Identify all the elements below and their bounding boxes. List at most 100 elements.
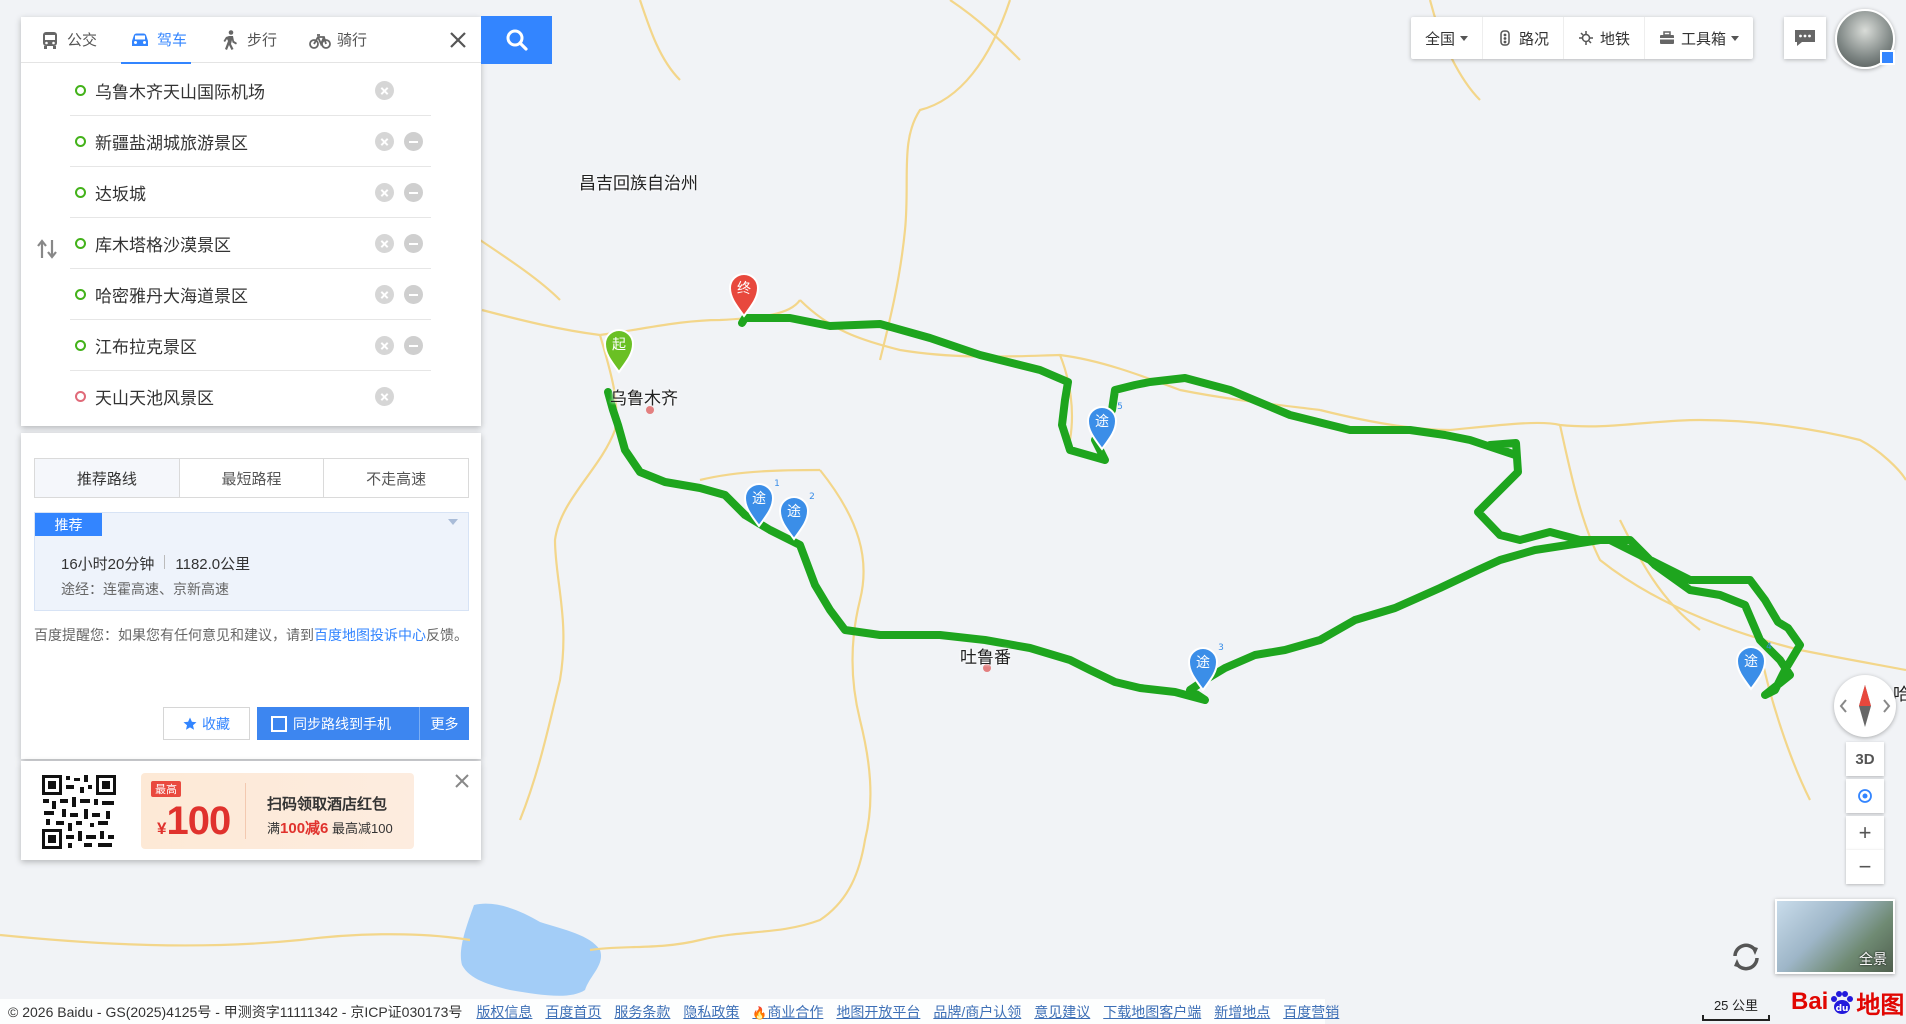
plan-via: 途经：连霍高速、京新高速 — [61, 581, 229, 597]
stop-row[interactable]: 新疆盐湖城旅游景区 — [21, 116, 481, 167]
compass-control[interactable] — [1834, 675, 1896, 737]
tab-walk[interactable]: 步行 — [201, 17, 291, 63]
waypoint-dot-icon — [75, 340, 86, 351]
bike-icon — [309, 33, 331, 49]
stop-row[interactable]: 达坂城 — [21, 167, 481, 218]
message-button[interactable] — [1784, 17, 1826, 59]
collapse-caret-icon[interactable] — [448, 519, 458, 525]
more-button[interactable]: 更多 — [419, 707, 469, 740]
clear-icon[interactable] — [375, 336, 394, 355]
fire-icon: 🔥 — [752, 1005, 768, 1020]
route-plan-card[interactable]: 推荐 16小时20分钟 1182.0公里 途经：连霍高速、京新高速 — [34, 512, 469, 611]
remove-stop-icon[interactable] — [404, 183, 423, 202]
tab-bus[interactable]: 公交 — [21, 17, 111, 63]
coupon-title: 扫码领取酒店红包 — [267, 796, 388, 813]
recommend-badge: 推荐 — [35, 513, 102, 536]
footer-link[interactable]: 意见建议 — [1034, 1002, 1090, 1022]
tab-drive[interactable]: 驾车 — [111, 17, 201, 64]
stop-row[interactable]: 哈密雅丹大海道景区 — [21, 269, 481, 320]
stop-row[interactable]: 天山天池风景区 — [21, 371, 481, 422]
tab-drive-label: 驾车 — [157, 32, 188, 49]
stop-row[interactable]: 库木塔格沙漠景区 — [21, 218, 481, 269]
footer-link[interactable]: 品牌/商户认领 — [933, 1002, 1021, 1022]
stop-row[interactable]: 江布拉克景区 — [21, 320, 481, 371]
clear-icon[interactable] — [375, 285, 394, 304]
waypoint-number: 4 — [1766, 642, 1772, 652]
copyright-text: © 2026 Baidu - GS(2025)4125号 - 甲测资字11111… — [8, 1003, 463, 1020]
region-dropdown[interactable]: 全国 — [1411, 17, 1484, 59]
footer-link[interactable]: 新增地点 — [1214, 1002, 1270, 1022]
clear-icon[interactable] — [375, 234, 394, 253]
waypoint-dot-icon — [75, 289, 86, 300]
footer-link-business[interactable]: 🔥商业合作 — [752, 1002, 823, 1022]
toolbox-dropdown[interactable]: 工具箱 — [1645, 17, 1753, 59]
waypoint-number: 3 — [1218, 643, 1224, 653]
favorite-button[interactable]: 收藏 — [163, 707, 250, 740]
sync-label: 同步路线到手机 — [293, 715, 391, 732]
zoom-in-button[interactable]: + — [1846, 816, 1884, 850]
panorama-label: 全景 — [1859, 951, 1887, 967]
footer-link[interactable]: 下载地图客户端 — [1103, 1002, 1201, 1022]
coupon-desc-prefix: 满 — [267, 821, 281, 836]
coupon-card[interactable]: 最高 ¥100 扫码领取酒店红包 满100减6 最高减100 — [141, 773, 414, 849]
star-icon — [183, 717, 197, 730]
remove-stop-icon[interactable] — [404, 285, 423, 304]
sync-to-phone-button[interactable]: 同步路线到手机 更多 — [257, 707, 469, 740]
footer-link[interactable]: 隐私政策 — [683, 1002, 739, 1022]
search-button[interactable] — [481, 16, 552, 64]
clear-icon[interactable] — [375, 132, 394, 151]
walk-icon — [223, 29, 238, 50]
tab-shortest[interactable]: 最短路程 — [180, 459, 325, 497]
swap-direction-icon[interactable] — [35, 238, 59, 260]
coupon-value: 100 — [166, 799, 231, 843]
clear-icon[interactable] — [375, 81, 394, 100]
footer-link[interactable]: 百度首页 — [545, 1002, 601, 1022]
notice-text: 百度提醒您：如果您有任何意见和建议，请到 — [34, 627, 314, 643]
waypoint-number: 1 — [774, 479, 780, 489]
tab-bike-label: 骑行 — [337, 32, 368, 49]
traffic-button[interactable]: 路况 — [1483, 17, 1565, 59]
remove-stop-icon[interactable] — [404, 132, 423, 151]
stop-name[interactable]: 乌鲁木齐天山国际机场 — [95, 78, 265, 103]
clear-icon[interactable] — [375, 387, 394, 406]
chevron-down-icon — [1460, 35, 1469, 41]
stop-row[interactable]: 乌鲁木齐天山国际机场 — [21, 65, 481, 116]
logo-du: du — [1836, 1004, 1849, 1014]
complaint-center-link[interactable]: 百度地图投诉中心 — [314, 627, 426, 643]
tab-no-highway[interactable]: 不走高速 — [324, 459, 468, 497]
start-marker-label: 起 — [612, 337, 626, 353]
toolbox-label: 工具箱 — [1681, 30, 1727, 48]
toolbox-icon — [1660, 31, 1675, 44]
remove-stop-icon[interactable] — [404, 336, 423, 355]
footer-link[interactable]: 百度营销 — [1283, 1002, 1339, 1022]
clear-icon[interactable] — [375, 183, 394, 202]
subway-button[interactable]: 地铁 — [1564, 17, 1646, 59]
stop-name[interactable]: 哈密雅丹大海道景区 — [95, 282, 248, 307]
stop-name[interactable]: 新疆盐湖城旅游景区 — [95, 129, 248, 154]
route-stops-list: 乌鲁木齐天山国际机场 新疆盐湖城旅游景区 达坂城 库木塔格沙漠景区 哈密雅丹大海… — [21, 63, 481, 426]
stop-name[interactable]: 达坂城 — [95, 180, 146, 205]
footer: © 2026 Baidu - GS(2025)4125号 - 甲测资字11111… — [0, 999, 1339, 1024]
search-icon — [506, 29, 528, 51]
3d-toggle-button[interactable]: 3D — [1846, 742, 1884, 776]
close-icon[interactable] — [445, 27, 471, 53]
waypoint-label: 途 — [787, 503, 801, 520]
zoom-out-button[interactable]: − — [1846, 850, 1884, 884]
tab-bike[interactable]: 骑行 — [291, 17, 381, 63]
footer-link[interactable]: 版权信息 — [476, 1002, 532, 1022]
notice-text-end: 反馈。 — [426, 627, 468, 643]
panorama-thumbnail[interactable]: 全景 — [1775, 899, 1895, 974]
tab-recommended[interactable]: 推荐路线 — [35, 459, 180, 497]
remove-stop-icon[interactable] — [404, 234, 423, 253]
footer-link[interactable]: 地图开放平台 — [836, 1002, 920, 1022]
compass-icon — [1839, 685, 1891, 727]
end-dot-icon — [75, 391, 86, 402]
stop-name[interactable]: 库木塔格沙漠景区 — [95, 231, 231, 256]
locate-button[interactable] — [1846, 779, 1884, 813]
baidu-map-logo[interactable]: Bai du 地图 — [1791, 985, 1904, 1019]
footer-link[interactable]: 服务条款 — [614, 1002, 670, 1022]
close-ad-icon[interactable] — [453, 772, 471, 790]
stop-name[interactable]: 江布拉克景区 — [95, 333, 197, 358]
refresh-icon[interactable] — [1727, 938, 1765, 976]
stop-name[interactable]: 天山天池风景区 — [95, 384, 214, 409]
